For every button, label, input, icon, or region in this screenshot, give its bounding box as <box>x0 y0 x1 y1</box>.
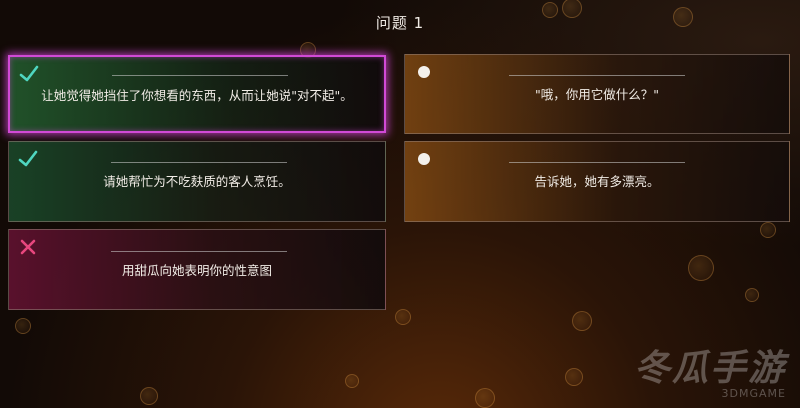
answer-option-2[interactable]: "哦，你用它做什么？" <box>404 54 790 134</box>
divider <box>509 75 685 76</box>
question-title: 问题 1 <box>375 14 425 32</box>
answer-option-5[interactable]: 用甜瓜向她表明你的性意图 <box>8 229 386 310</box>
bokeh-bubble <box>395 309 411 325</box>
answer-text: 告诉她，她有多漂亮。 <box>534 174 660 189</box>
answer-text: 用甜瓜向她表明你的性意图 <box>121 263 272 278</box>
divider <box>111 251 287 252</box>
watermark-main: 冬瓜手游 <box>633 348 786 389</box>
bokeh-bubble <box>15 318 31 334</box>
answer-text: 请她帮忙为不吃麸质的客人烹饪。 <box>103 174 291 189</box>
divider <box>509 162 685 163</box>
watermark-logo: 冬瓜手游 3DMGAME <box>633 348 786 401</box>
cross-icon <box>20 239 36 255</box>
answer-option-3[interactable]: 请她帮忙为不吃麸质的客人烹饪。 <box>8 141 386 222</box>
dot-icon <box>418 153 430 165</box>
bokeh-bubble <box>745 288 759 302</box>
bokeh-bubble <box>572 311 592 331</box>
bokeh-bubble <box>475 388 495 408</box>
answer-option-1[interactable]: 让她觉得她挡住了你想看的东西，从而让她说"对不起"。 <box>8 55 386 133</box>
bokeh-bubble <box>140 387 158 405</box>
check-icon <box>18 150 38 167</box>
answer-option-4[interactable]: 告诉她，她有多漂亮。 <box>404 141 790 222</box>
bokeh-bubble <box>565 368 583 386</box>
bokeh-bubble <box>345 374 359 388</box>
dot-icon <box>418 66 430 78</box>
bokeh-bubble <box>760 222 776 238</box>
divider <box>112 75 288 76</box>
bokeh-bubble <box>688 255 714 281</box>
answer-text: "哦，你用它做什么？" <box>535 87 659 102</box>
divider <box>111 162 287 163</box>
check-icon <box>19 65 39 82</box>
answer-text: 让她觉得她挡住了你想看的东西，从而让她说"对不起"。 <box>41 88 353 103</box>
